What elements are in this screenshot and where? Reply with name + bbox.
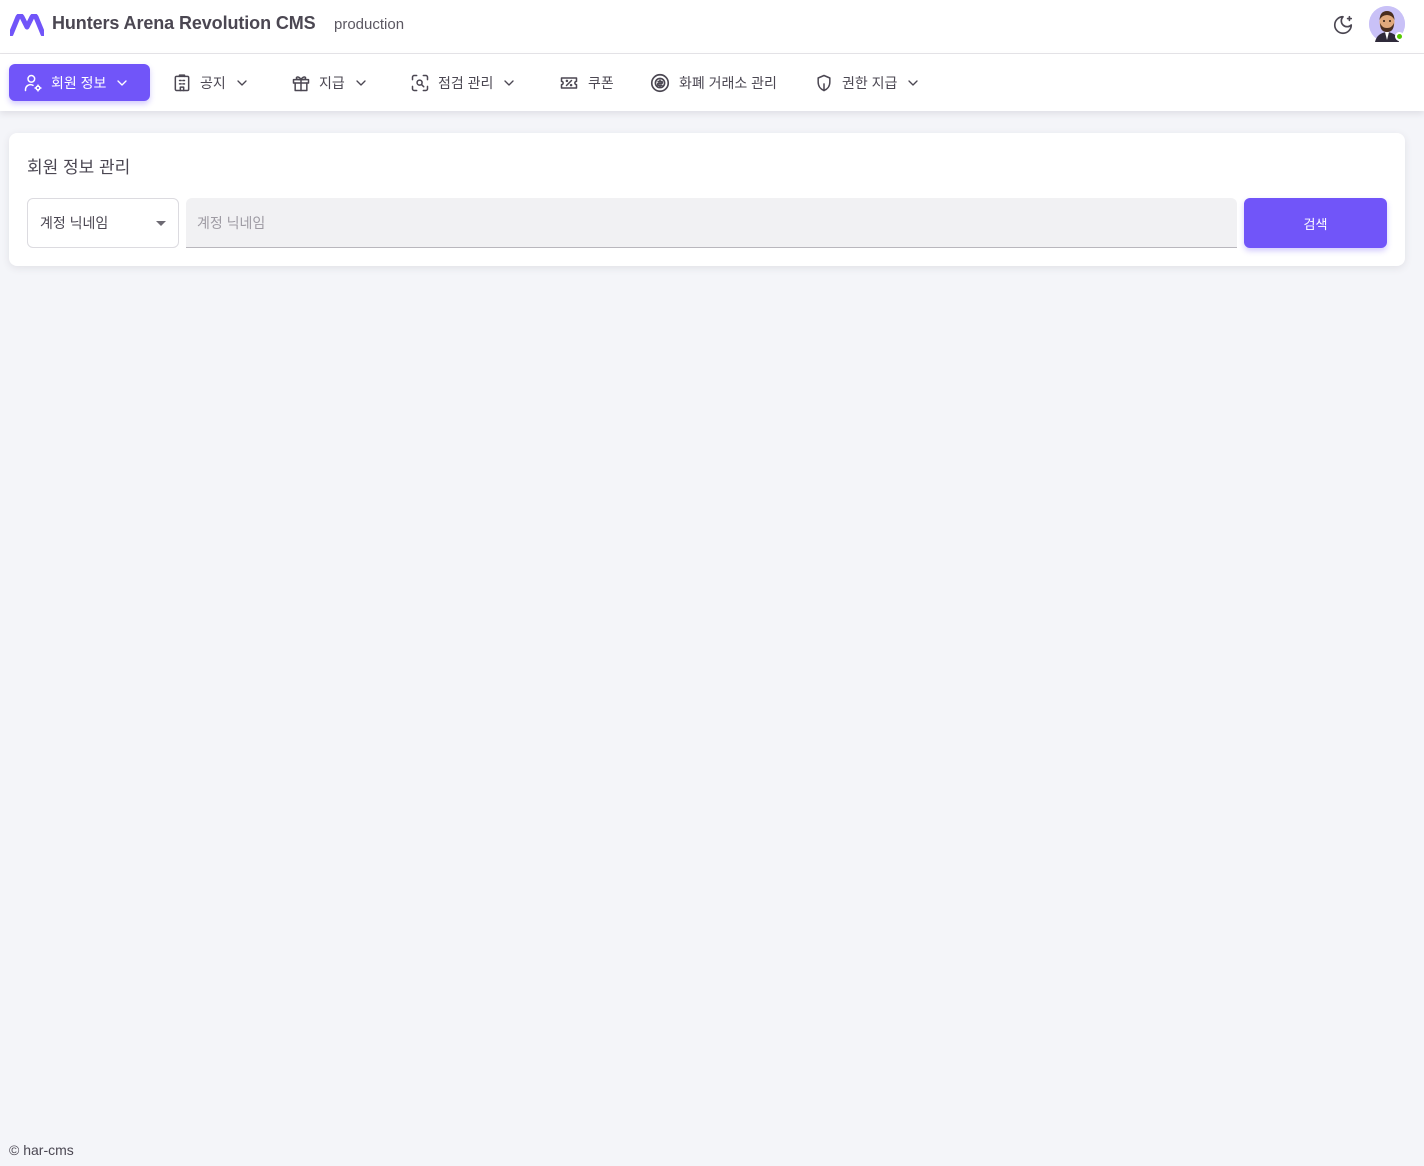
nav-item-notice[interactable]: 공지 <box>158 64 264 101</box>
footer-copyright: © har-cms <box>9 1142 74 1158</box>
chevron-down-icon <box>117 79 128 86</box>
currency-exchange-icon <box>650 73 670 92</box>
nav-item-label: 공지 <box>200 74 226 91</box>
search-type-select[interactable]: 계정 닉네임 <box>27 198 179 248</box>
nav-item-maintenance[interactable]: 점검 관리 <box>396 64 531 101</box>
caret-down-icon <box>156 221 166 226</box>
theme-toggle-button[interactable] <box>1330 12 1356 38</box>
top-bar: Hunters Arena Revolution CMS production <box>0 0 1424 54</box>
building-icon <box>174 73 190 91</box>
nav-item-label: 지급 <box>319 74 345 91</box>
m-logo-icon[interactable] <box>10 14 44 36</box>
brand-title[interactable]: Hunters Arena Revolution CMS <box>52 13 316 34</box>
chevron-down-icon <box>908 79 919 86</box>
nav-item-label: 쿠폰 <box>588 74 614 91</box>
gift-icon <box>292 75 310 91</box>
online-status-dot <box>1395 32 1404 41</box>
shield-icon <box>817 74 831 91</box>
environment-label: production <box>334 16 405 33</box>
chevron-down-icon <box>504 79 515 86</box>
nav-item-label: 권한 지급 <box>842 74 898 91</box>
nav-item-label: 회원 정보 <box>51 74 107 91</box>
nav-item-member-info[interactable]: 회원 정보 <box>9 64 150 101</box>
main-nav: 회원 정보 공지 지급 점검 관리 쿠폰 화폐 거래소 관리 권한 지급 <box>0 54 1424 111</box>
nav-item-label: 화폐 거래소 관리 <box>679 74 777 91</box>
user-cog-icon <box>24 74 42 92</box>
chevron-down-icon <box>237 79 247 86</box>
member-search-card: 회원 정보 관리 계정 닉네임 검색 <box>9 133 1405 266</box>
search-type-selected-value: 계정 닉네임 <box>40 215 109 231</box>
nav-item-permission[interactable]: 권한 지급 <box>800 64 935 101</box>
scan-search-icon <box>411 74 429 91</box>
chevron-down-icon <box>356 79 366 86</box>
moon-star-icon <box>1333 15 1353 35</box>
nav-item-label: 점검 관리 <box>438 74 494 91</box>
nav-item-coupon[interactable]: 쿠폰 <box>544 64 628 101</box>
card-title: 회원 정보 관리 <box>27 158 131 177</box>
ticket-percent-icon <box>560 76 578 89</box>
nav-item-currency-exchange[interactable]: 화폐 거래소 관리 <box>635 64 791 101</box>
search-button[interactable]: 검색 <box>1244 198 1387 248</box>
user-avatar[interactable] <box>1369 6 1405 42</box>
search-input[interactable] <box>186 198 1237 248</box>
nav-item-grant[interactable]: 지급 <box>277 64 383 101</box>
